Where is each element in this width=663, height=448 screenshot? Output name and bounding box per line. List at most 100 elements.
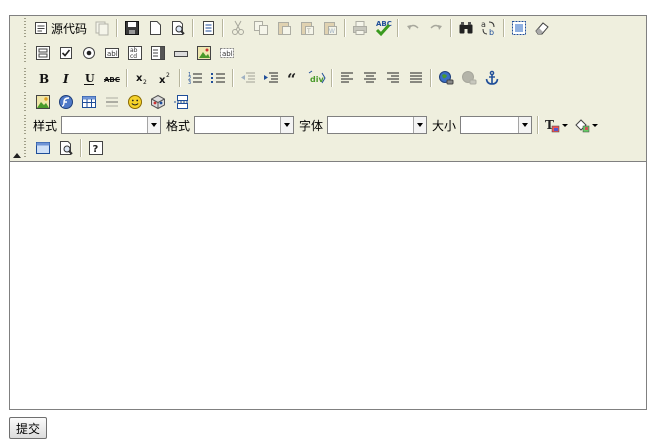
size-combo[interactable]	[460, 116, 533, 134]
underline-button[interactable]: U	[77, 67, 100, 89]
new-page-button[interactable]	[143, 17, 166, 39]
superscript-button[interactable]: x2	[153, 67, 176, 89]
create-div-button[interactable]: div	[305, 67, 328, 89]
radio-button[interactable]	[77, 42, 100, 64]
bold-button[interactable]: B	[31, 67, 54, 89]
redo-button[interactable]	[424, 17, 447, 39]
smiley-button[interactable]	[123, 91, 146, 113]
svg-text:T: T	[306, 28, 311, 35]
about-button[interactable]: ?	[84, 137, 107, 159]
toolbar-collapse-toggle[interactable]	[12, 16, 23, 161]
align-justify-button[interactable]	[404, 67, 427, 89]
toolbar-grip[interactable]	[23, 43, 27, 63]
save-button[interactable]	[120, 17, 143, 39]
image-button-field-button[interactable]	[192, 42, 215, 64]
size-combo-value	[461, 117, 518, 133]
copy-icon	[253, 21, 268, 35]
button-field-icon	[173, 51, 188, 57]
unlink-button[interactable]	[457, 67, 480, 89]
align-center-button[interactable]	[358, 67, 381, 89]
link-button[interactable]	[434, 67, 457, 89]
print-button[interactable]	[348, 17, 371, 39]
svg-text:x: x	[159, 75, 166, 86]
blockquote-button[interactable]: “	[282, 67, 305, 89]
textfield-button[interactable]: abl	[100, 42, 123, 64]
replace-button[interactable]: ab	[477, 17, 500, 39]
italic-button[interactable]: I	[54, 67, 77, 89]
svg-text:?: ?	[92, 144, 98, 155]
background-color-button[interactable]	[571, 114, 601, 136]
redo-icon	[429, 24, 442, 30]
chevron-down-icon[interactable]	[147, 117, 161, 133]
toolbar-grip[interactable]	[23, 68, 27, 88]
anchor-icon	[485, 70, 498, 85]
smiley-icon	[127, 95, 142, 109]
unlink-icon	[461, 71, 476, 85]
anchor-button[interactable]	[480, 67, 503, 89]
paste-text-button[interactable]: T	[295, 17, 318, 39]
show-blocks-button[interactable]	[54, 137, 77, 159]
svg-text:cd: cd	[130, 53, 137, 60]
submit-button[interactable]: 提交	[9, 417, 47, 439]
source-button[interactable]: 源代码	[31, 17, 90, 39]
editor-toolbar: 源代码 T W ABC a b abl ab cd abl B I U x 2 …	[10, 16, 646, 162]
bold-icon: B	[39, 72, 49, 86]
checkbox-button[interactable]	[54, 42, 77, 64]
indent-button[interactable]	[259, 67, 282, 89]
style-label: 样式	[33, 118, 58, 133]
strikethrough-button[interactable]: ABC	[100, 67, 123, 89]
flash-button[interactable]	[54, 91, 77, 113]
table-button[interactable]	[77, 91, 100, 113]
preview-button[interactable]	[166, 17, 189, 39]
toolbar-grip[interactable]	[23, 18, 27, 38]
svg-text:abl: abl	[107, 50, 118, 58]
toolbar-grip[interactable]	[23, 138, 27, 158]
toolbar-grip[interactable]	[23, 92, 27, 112]
numbered-list-button[interactable]: 123	[183, 67, 206, 89]
remove-format-button[interactable]	[530, 17, 553, 39]
select-field-button[interactable]	[146, 42, 169, 64]
image-button[interactable]	[31, 91, 54, 113]
chevron-down-icon[interactable]	[518, 117, 532, 133]
find-button[interactable]	[454, 17, 477, 39]
paste-button[interactable]	[272, 17, 295, 39]
document-properties-button[interactable]	[90, 17, 113, 39]
style-combo[interactable]	[61, 116, 162, 134]
copy-button[interactable]	[249, 17, 272, 39]
font-combo[interactable]	[327, 116, 428, 134]
subscript-button[interactable]: x2	[130, 67, 153, 89]
toolbar-row-6: ?	[23, 136, 107, 160]
select-all-button[interactable]	[507, 17, 530, 39]
form-button[interactable]	[31, 42, 54, 64]
textarea-button[interactable]: ab cd	[123, 42, 146, 64]
format-combo[interactable]	[194, 116, 295, 134]
undo-button[interactable]	[401, 17, 424, 39]
spellcheck-button[interactable]: ABC	[371, 17, 394, 39]
toolbar-grip[interactable]	[23, 115, 27, 135]
templates-button[interactable]	[196, 17, 219, 39]
chevron-down-icon[interactable]	[280, 117, 294, 133]
chevron-down-icon[interactable]	[413, 117, 427, 133]
cut-button[interactable]	[226, 17, 249, 39]
outdent-icon	[240, 72, 255, 83]
toolbar-separator	[503, 19, 505, 37]
maximize-button[interactable]	[31, 137, 54, 159]
align-right-button[interactable]	[381, 67, 404, 89]
horizontal-rule-button[interactable]	[100, 91, 123, 113]
page-break-button[interactable]	[169, 91, 192, 113]
outdent-button[interactable]	[236, 67, 259, 89]
bulleted-list-button[interactable]	[206, 67, 229, 89]
editor-content-area[interactable]	[10, 162, 646, 409]
special-char-button[interactable]	[146, 91, 169, 113]
svg-text:ABC: ABC	[376, 20, 392, 28]
image-icon	[35, 95, 50, 109]
numbered-list-icon: 123	[188, 72, 202, 86]
align-left-button[interactable]	[335, 67, 358, 89]
format-combo-value	[195, 117, 280, 133]
paste-word-button[interactable]: W	[318, 17, 341, 39]
text-color-button[interactable]: T	[541, 114, 571, 136]
toolbar-separator	[80, 139, 81, 157]
hidden-field-button[interactable]: abl	[215, 42, 238, 64]
button-field-button[interactable]	[169, 42, 192, 64]
font-combo-value	[328, 117, 413, 133]
